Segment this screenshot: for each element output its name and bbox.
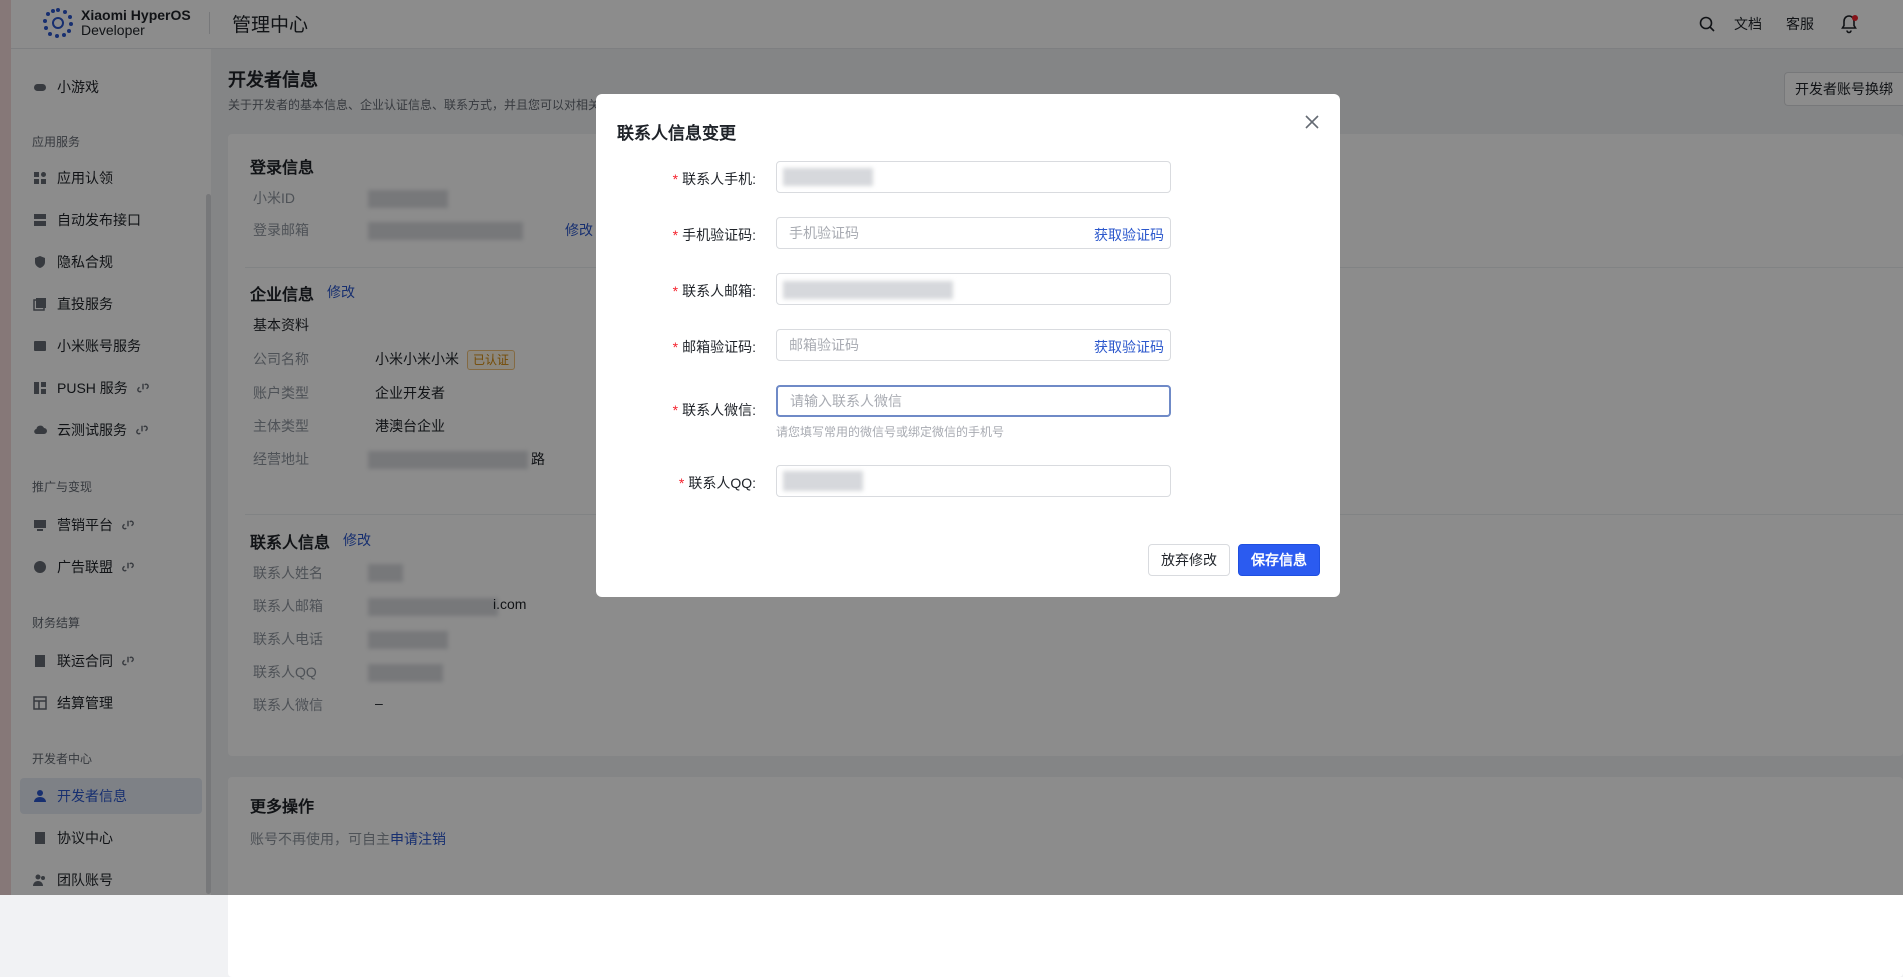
phone-label-text: 联系人手机: xyxy=(682,171,756,187)
discard-changes-button[interactable]: 放弃修改 xyxy=(1148,544,1230,576)
required-mark: * xyxy=(672,171,679,187)
get-email-code-button[interactable]: 获取验证码 xyxy=(1094,337,1164,357)
contact-edit-dialog: 联系人信息变更 *联系人手机: *手机验证码: 获取验证码 *联系人邮箱: *邮… xyxy=(596,94,1340,597)
email-row: * 联系人邮箱: xyxy=(596,273,1340,307)
phone-code-label: * 手机验证码: xyxy=(673,225,756,245)
wechat-help-text: 请您填写常用的微信号或绑定微信的手机号 xyxy=(776,425,1005,439)
required-mark: * xyxy=(678,475,685,491)
email-code-label: * 邮箱验证码: xyxy=(673,337,756,357)
required-mark: * xyxy=(672,339,679,355)
required-mark: * xyxy=(672,227,679,243)
phone-code-row: *手机验证码: 获取验证码 xyxy=(596,217,1340,251)
qq-value-redacted xyxy=(783,471,863,491)
wechat-label-text: 联系人微信: xyxy=(682,402,756,418)
phone-row: * 联系人手机: xyxy=(596,161,1340,195)
phone-value-redacted xyxy=(783,168,873,186)
required-mark: * xyxy=(672,283,679,299)
qq-label: * 联系人QQ: xyxy=(679,473,756,493)
phone-label: * 联系人手机: xyxy=(673,169,756,189)
phone-code-label-text: 手机验证码: xyxy=(682,227,756,243)
email-code-label-text: 邮箱验证码: xyxy=(682,339,756,355)
save-info-button[interactable]: 保存信息 xyxy=(1238,544,1320,576)
qq-row: * 联系人QQ: xyxy=(596,465,1340,499)
get-phone-code-button[interactable]: 获取验证码 xyxy=(1094,225,1164,245)
qq-label-text: 联系人QQ: xyxy=(688,475,756,491)
email-label-text: 联系人邮箱: xyxy=(682,283,756,299)
wechat-row: *联系人微信: 请您填写常用的微信号或绑定微信的手机号 xyxy=(596,385,1340,439)
email-value-redacted xyxy=(783,281,953,299)
required-mark: * xyxy=(672,402,679,418)
dialog-title: 联系人信息变更 xyxy=(617,124,736,143)
wechat-label: * 联系人微信: xyxy=(673,400,756,420)
wechat-input[interactable] xyxy=(776,385,1171,417)
email-label: * 联系人邮箱: xyxy=(673,281,756,301)
email-code-row: *邮箱验证码: 获取验证码 xyxy=(596,329,1340,363)
close-icon[interactable] xyxy=(1302,112,1322,132)
